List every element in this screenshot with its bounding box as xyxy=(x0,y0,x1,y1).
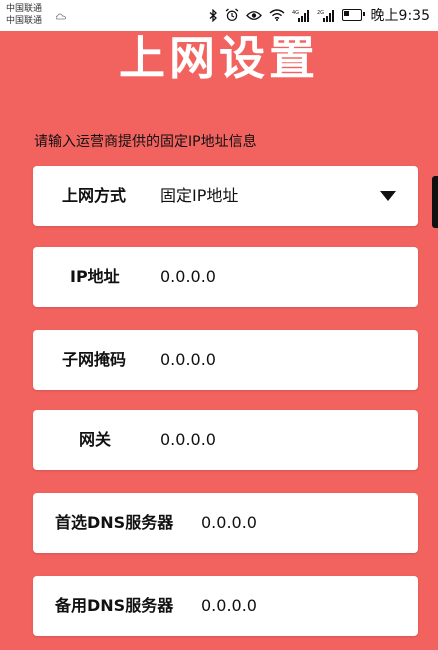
primary-dns-input[interactable]: 0.0.0.0 xyxy=(201,493,257,553)
eye-icon xyxy=(245,10,262,20)
secondary-dns-input[interactable]: 0.0.0.0 xyxy=(201,576,257,636)
status-icons: 4G 2G 晚上9:35 xyxy=(209,5,430,25)
gateway-field[interactable]: 网关 0.0.0.0 xyxy=(33,410,418,470)
gateway-input[interactable]: 0.0.0.0 xyxy=(160,410,216,470)
subnet-mask-field[interactable]: 子网掩码 0.0.0.0 xyxy=(33,330,418,390)
scroll-indicator xyxy=(432,176,438,228)
hint-text: 请输入运营商提供的固定IP地址信息 xyxy=(34,134,257,150)
connection-type-select[interactable]: 上网方式 固定IP地址 xyxy=(33,166,418,226)
alarm-icon xyxy=(225,8,238,22)
secondary-dns-label: 备用DNS服务器 xyxy=(55,596,174,615)
signal-4g-icon: 4G xyxy=(292,9,309,22)
cloud-icon xyxy=(56,13,66,20)
battery-icon xyxy=(341,9,365,21)
bluetooth-icon xyxy=(209,8,217,22)
carrier-1: 中国联通 xyxy=(6,4,43,14)
primary-dns-field[interactable]: 首选DNS服务器 0.0.0.0 xyxy=(33,493,418,553)
carrier-2: 中国联通 xyxy=(6,16,43,26)
page-title: 上网设置 xyxy=(119,31,319,85)
ip-address-field[interactable]: IP地址 0.0.0.0 xyxy=(33,247,418,307)
subnet-mask-input[interactable]: 0.0.0.0 xyxy=(160,330,216,390)
wifi-icon xyxy=(269,9,285,21)
signal-2g-icon: 2G xyxy=(317,9,334,22)
gateway-label: 网关 xyxy=(79,430,112,449)
carrier-info: 中国联通 中国联通 xyxy=(6,3,42,27)
primary-dns-label: 首选DNS服务器 xyxy=(55,513,174,532)
connection-type-label: 上网方式 xyxy=(62,186,127,205)
svg-text:4G: 4G xyxy=(292,10,299,16)
ip-address-input[interactable]: 0.0.0.0 xyxy=(160,247,216,307)
secondary-dns-field[interactable]: 备用DNS服务器 0.0.0.0 xyxy=(33,576,418,636)
subnet-mask-label: 子网掩码 xyxy=(62,350,127,369)
ip-address-label: IP地址 xyxy=(70,267,120,286)
connection-type-value: 固定IP地址 xyxy=(160,186,239,205)
status-time: 晚上9:35 xyxy=(370,8,430,24)
dropdown-arrow-icon[interactable] xyxy=(380,191,396,201)
svg-text:2G: 2G xyxy=(317,10,324,16)
status-bar: 中国联通 中国联通 4G 2G 晚上9:35 xyxy=(0,0,438,31)
